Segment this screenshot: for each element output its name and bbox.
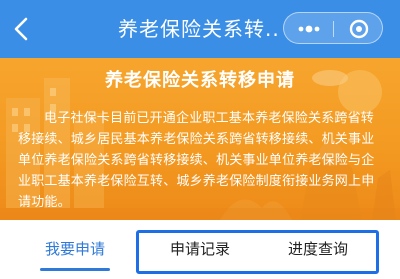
title-bar: 养老保险关系转... (0, 0, 400, 58)
tab-application-records[interactable]: 申请记录 (150, 237, 250, 261)
tab-progress-query[interactable]: 进度查询 (268, 237, 368, 261)
banner-description: 电子社保卡目前已开通企业职工基本养老保险关系跨省转移接续、城乡居民基本养老保险关… (18, 111, 375, 210)
target-close-icon[interactable] (343, 18, 375, 40)
tab-bar: 我要申请 申请记录 进度查询 (0, 220, 400, 279)
tab-records-label: 申请记录 (169, 240, 230, 258)
active-tab-indicator (40, 268, 110, 271)
capsule-divider (333, 21, 334, 37)
tab-apply[interactable]: 我要申请 (28, 237, 122, 271)
tab-progress-label: 进度查询 (287, 240, 348, 258)
tab-apply-label: 我要申请 (44, 240, 105, 258)
banner: 养老保险关系转移申请 电子社保卡目前已开通企业职工基本养老保险关系跨省转移接续、… (0, 58, 400, 220)
more-dots-icon[interactable] (294, 19, 324, 39)
mini-program-capsule (283, 12, 383, 44)
banner-title: 养老保险关系转移申请 (105, 70, 295, 91)
page-title: 养老保险关系转... (118, 17, 278, 41)
chevron-left-icon[interactable] (10, 14, 36, 44)
